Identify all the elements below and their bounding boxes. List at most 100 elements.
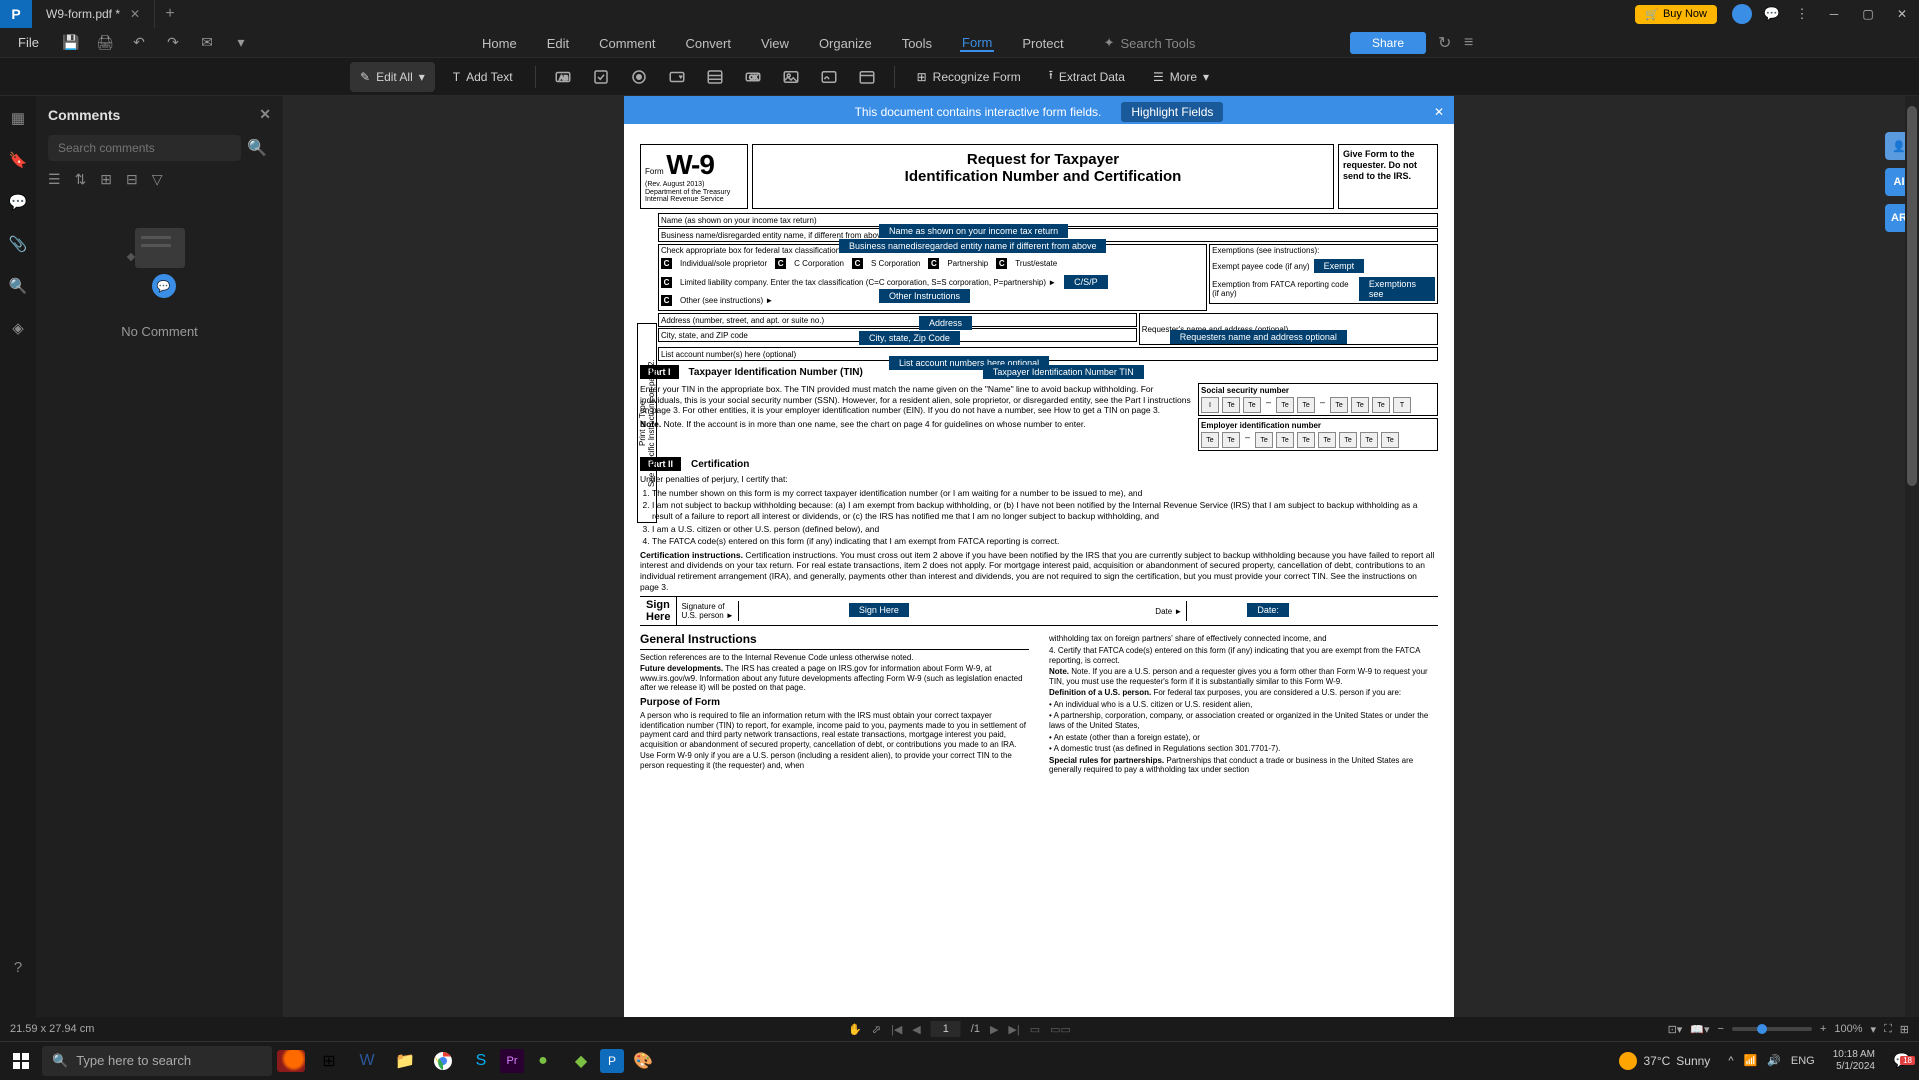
- bookmark-icon[interactable]: 🔖: [6, 148, 30, 172]
- tab-convert[interactable]: Convert: [683, 36, 733, 51]
- listbox-field-icon[interactable]: [700, 62, 730, 92]
- save-icon[interactable]: 💾: [59, 31, 83, 55]
- print-icon[interactable]: 🖨: [93, 31, 117, 55]
- settings-icon[interactable]: ≡: [1464, 34, 1473, 52]
- ein-cell[interactable]: Te: [1276, 432, 1294, 448]
- checkbox-ccorp[interactable]: C: [775, 258, 786, 269]
- ein-cell[interactable]: Te: [1318, 432, 1336, 448]
- ein-cell[interactable]: Te: [1222, 432, 1240, 448]
- radio-field-icon[interactable]: [624, 62, 654, 92]
- help-icon[interactable]: ?: [6, 955, 30, 979]
- search-comments-input[interactable]: [48, 135, 241, 161]
- layers-icon[interactable]: ◈: [6, 316, 30, 340]
- checkbox-scorp[interactable]: C: [852, 258, 863, 269]
- file-menu[interactable]: File: [8, 35, 49, 50]
- mail-icon[interactable]: ✉: [195, 31, 219, 55]
- widget-flower[interactable]: [272, 1050, 310, 1072]
- ssn-cell[interactable]: Te: [1276, 397, 1294, 413]
- extract-data-button[interactable]: ⭱ Extract Data: [1039, 62, 1135, 92]
- properties-icon[interactable]: ⊞: [1900, 1023, 1909, 1036]
- checkbox-other[interactable]: C: [661, 295, 672, 306]
- tab-edit[interactable]: Edit: [545, 36, 571, 51]
- tab-home[interactable]: Home: [480, 36, 519, 51]
- zoom-out-icon[interactable]: −: [1718, 1023, 1724, 1035]
- tab-tools[interactable]: Tools: [900, 36, 934, 51]
- checkbox-llc[interactable]: C: [661, 277, 672, 288]
- ein-cell[interactable]: Te: [1297, 432, 1315, 448]
- date-field[interactable]: Date:: [1186, 601, 1438, 621]
- comment-icon[interactable]: 💬: [6, 190, 30, 214]
- ssn-cell[interactable]: Te: [1372, 397, 1390, 413]
- scrollbar-thumb[interactable]: [1907, 106, 1917, 486]
- expand-icon[interactable]: ⊞: [100, 171, 112, 188]
- more-button[interactable]: ☰ More ▾: [1143, 62, 1219, 92]
- ssn-cell[interactable]: Te: [1330, 397, 1348, 413]
- premiere-app-icon[interactable]: Pr: [500, 1049, 524, 1073]
- explorer-app-icon[interactable]: 📁: [386, 1042, 424, 1080]
- attachment-icon[interactable]: 📎: [6, 232, 30, 256]
- ssn-cell[interactable]: Te: [1243, 397, 1261, 413]
- redo-icon[interactable]: ↷: [161, 31, 185, 55]
- zoom-slider[interactable]: [1732, 1027, 1812, 1031]
- window-close[interactable]: ✕: [1885, 0, 1919, 28]
- fullscreen-icon[interactable]: ⛶: [1884, 1023, 1892, 1036]
- select-tool-icon[interactable]: ⬀: [872, 1023, 881, 1036]
- window-minimize[interactable]: ─: [1817, 0, 1851, 28]
- close-panel-icon[interactable]: ✕: [259, 106, 271, 123]
- document-canvas[interactable]: This document contains interactive form …: [284, 96, 1919, 1041]
- name-field[interactable]: Name (as shown on your income tax return…: [658, 213, 1438, 227]
- kebab-menu-icon[interactable]: ⋮: [1787, 0, 1817, 28]
- single-page-icon[interactable]: ▭: [1030, 1023, 1040, 1036]
- tab-comment[interactable]: Comment: [597, 36, 657, 51]
- ssn-cell[interactable]: T: [1393, 397, 1411, 413]
- filter-icon[interactable]: ▽: [152, 171, 163, 188]
- search-tools[interactable]: ✦ Search Tools: [1104, 35, 1196, 51]
- list-view-icon[interactable]: ☰: [48, 171, 61, 188]
- close-banner-icon[interactable]: ✕: [1434, 105, 1444, 119]
- task-view-icon[interactable]: ⊞: [310, 1042, 348, 1080]
- fit-width-icon[interactable]: ⊡▾: [1668, 1023, 1683, 1036]
- requester-field[interactable]: Requester's name and address (optional) …: [1139, 313, 1438, 345]
- next-page-icon[interactable]: ▶: [990, 1023, 998, 1036]
- account-numbers-field[interactable]: List account number(s) here (optional) L…: [658, 347, 1438, 361]
- address-field[interactable]: Address (number, street, and apt. or sui…: [658, 313, 1137, 327]
- sort-icon[interactable]: ⇅: [75, 171, 87, 188]
- buy-now-button[interactable]: 🛒 Buy Now: [1635, 5, 1717, 24]
- paint-app-icon[interactable]: 🎨: [624, 1042, 662, 1080]
- vertical-scrollbar[interactable]: [1905, 96, 1919, 1041]
- dropdown-field-icon[interactable]: [662, 62, 692, 92]
- pdfelement-app-icon[interactable]: P: [600, 1049, 624, 1073]
- signature-field[interactable]: Sign Here: [738, 601, 1151, 621]
- zoom-in-icon[interactable]: +: [1820, 1023, 1826, 1035]
- network-icon[interactable]: 📶: [1743, 1054, 1757, 1067]
- text-field-icon[interactable]: AB: [548, 62, 578, 92]
- search-icon[interactable]: 🔍: [6, 274, 30, 298]
- app-icon-green2[interactable]: ◆: [562, 1042, 600, 1080]
- ein-cell[interactable]: Te: [1339, 432, 1357, 448]
- customize-qat-icon[interactable]: ▾: [229, 31, 253, 55]
- button-field-icon[interactable]: OK: [738, 62, 768, 92]
- image-field-icon[interactable]: [776, 62, 806, 92]
- system-clock[interactable]: 10:18 AM 5/1/2024: [1823, 1049, 1885, 1073]
- user-avatar[interactable]: [1727, 0, 1757, 28]
- highlight-fields-button[interactable]: Highlight Fields: [1121, 102, 1223, 122]
- skype-app-icon[interactable]: S: [462, 1042, 500, 1080]
- cloud-sync-icon[interactable]: ↻: [1438, 33, 1451, 53]
- document-tab[interactable]: W9-form.pdf * ✕: [32, 0, 155, 28]
- notification-center-icon[interactable]: 💬18: [1885, 1052, 1919, 1069]
- tab-organize[interactable]: Organize: [817, 36, 874, 51]
- ein-cell[interactable]: Te: [1255, 432, 1273, 448]
- ssn-cell[interactable]: I: [1201, 397, 1219, 413]
- thumbnail-icon[interactable]: ▦: [6, 106, 30, 130]
- ssn-cell[interactable]: Te: [1297, 397, 1315, 413]
- chrome-app-icon[interactable]: [424, 1042, 462, 1080]
- close-tab-icon[interactable]: ✕: [130, 7, 140, 21]
- taskbar-search[interactable]: 🔍 Type here to search: [42, 1046, 272, 1076]
- checkbox-individual[interactable]: C: [661, 258, 672, 269]
- page-number-input[interactable]: [931, 1021, 961, 1037]
- hand-tool-icon[interactable]: ✋: [848, 1023, 862, 1036]
- new-tab-button[interactable]: +: [155, 5, 185, 23]
- tab-protect[interactable]: Protect: [1020, 36, 1065, 51]
- signature-field-icon[interactable]: [814, 62, 844, 92]
- tab-form[interactable]: Form: [960, 35, 994, 52]
